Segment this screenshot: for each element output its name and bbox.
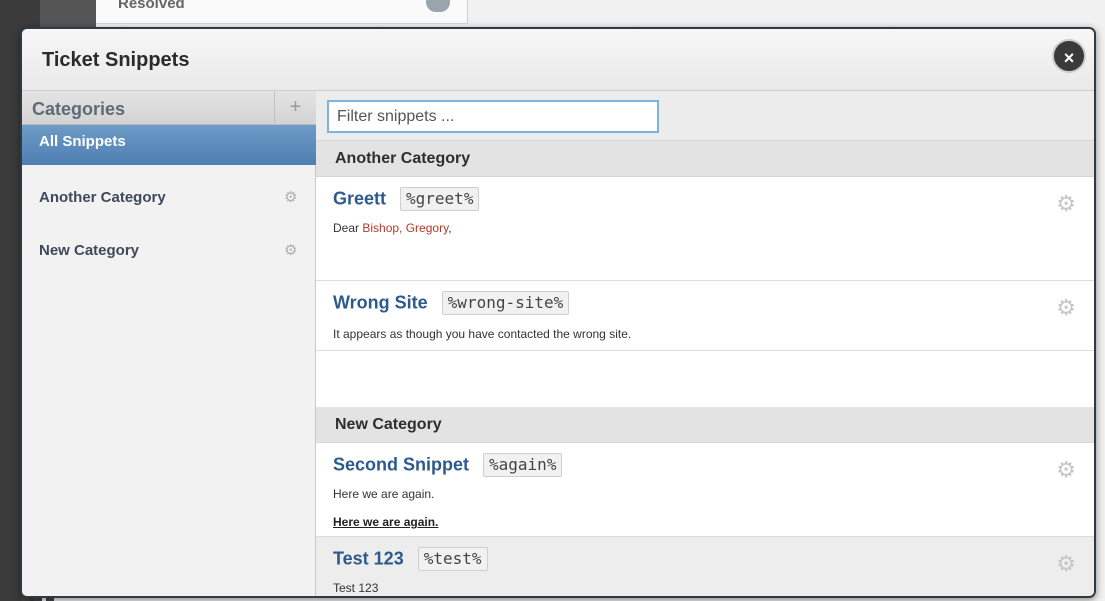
categories-heading: Categories: [32, 99, 126, 119]
background-glyph: [2, 0, 20, 28]
section-header-another-category: Another Category: [316, 141, 1094, 177]
section-heading: New Category: [335, 416, 442, 433]
sidebar-item-new-category[interactable]: New Category ⚙: [22, 232, 316, 272]
sidebar-item-label: All Snippets: [39, 133, 126, 150]
modal-title: Ticket Snippets: [42, 49, 190, 71]
sidebar-item-label: Another Category: [39, 189, 166, 206]
snippet-body: Dear Bishop, Gregory,: [333, 221, 452, 235]
snippet-title: Wrong Site: [333, 292, 428, 313]
sidebar-item-all-snippets[interactable]: All Snippets: [22, 125, 316, 165]
filter-snippets-input[interactable]: [327, 100, 659, 133]
modal-header: Ticket Snippets ×: [22, 29, 1094, 91]
snippet-title-row: Second Snippet %again%: [333, 453, 563, 479]
snippet-body: Here we are again.: [333, 487, 435, 501]
snippet-test-123[interactable]: Test 123 %test% Test 123 ⚙: [316, 537, 1094, 596]
sidebar-item-label: New Category: [39, 242, 140, 259]
snippet-title-row: Test 123 %test%: [333, 547, 488, 573]
snippet-body-text: Dear: [333, 221, 363, 235]
snippets-panel: Another Category Greett %greet% Dear Bish…: [316, 91, 1094, 596]
filter-bar: [316, 91, 1094, 141]
snippet-shortcut: %wrong-site%: [441, 291, 570, 315]
categories-header: Categories +: [22, 91, 316, 125]
background-resolved-tab: Resolved: [96, 0, 468, 24]
gear-icon[interactable]: ⚙: [1056, 457, 1076, 483]
snippet-title: Test 123: [333, 548, 404, 569]
snippet-wrong-site[interactable]: Wrong Site %wrong-site% It appears as tho…: [316, 281, 1094, 351]
snippet-shortcut: %again%: [483, 453, 563, 477]
gear-icon[interactable]: ⚙: [1056, 551, 1076, 577]
placeholder-name-bishop: Bishop: [362, 221, 400, 235]
gear-icon[interactable]: ⚙: [284, 241, 297, 259]
snippet-title-row: Wrong Site %wrong-site%: [333, 291, 570, 317]
snippet-title-row: Greett %greet%: [333, 187, 480, 213]
snippet-body-suffix: ,: [448, 221, 452, 235]
section-heading: Another Category: [335, 150, 471, 167]
snippet-body: It appears as though you have contacted …: [333, 327, 632, 341]
resolved-count-badge: [426, 0, 450, 12]
snippet-body: Test 123: [333, 581, 379, 595]
background-header-block: [40, 0, 96, 28]
add-category-button[interactable]: +: [274, 91, 316, 125]
section-header-new-category: New Category: [316, 407, 1094, 443]
close-button[interactable]: ×: [1052, 39, 1086, 73]
gear-icon[interactable]: ⚙: [1056, 191, 1076, 217]
placeholder-name-gregory: Gregory: [405, 221, 449, 235]
snippet-title: Second Snippet: [333, 454, 470, 475]
snippet-second-snippet[interactable]: Second Snippet %again% Here we are again.…: [316, 443, 1094, 537]
snippet-shortcut: %test%: [417, 547, 488, 571]
snippet-body-formatted: Here we are again.: [333, 515, 439, 529]
snippet-greett[interactable]: Greett %greet% Dear Bishop, Gregory, ⚙: [316, 177, 1094, 281]
snippet-shortcut: %greet%: [400, 187, 480, 211]
placeholder-separator: ,: [399, 221, 406, 235]
sidebar-item-another-category[interactable]: Another Category ⚙: [22, 179, 316, 219]
resolved-label: Resolved: [118, 0, 185, 12]
gear-icon[interactable]: ⚙: [1056, 295, 1076, 321]
snippet-title: Greett: [333, 188, 387, 209]
ticket-snippets-modal: Ticket Snippets × Categories + All Snipp…: [20, 27, 1096, 598]
gear-icon[interactable]: ⚙: [284, 188, 297, 206]
categories-sidebar: Categories + All Snippets Another Catego…: [22, 91, 316, 596]
